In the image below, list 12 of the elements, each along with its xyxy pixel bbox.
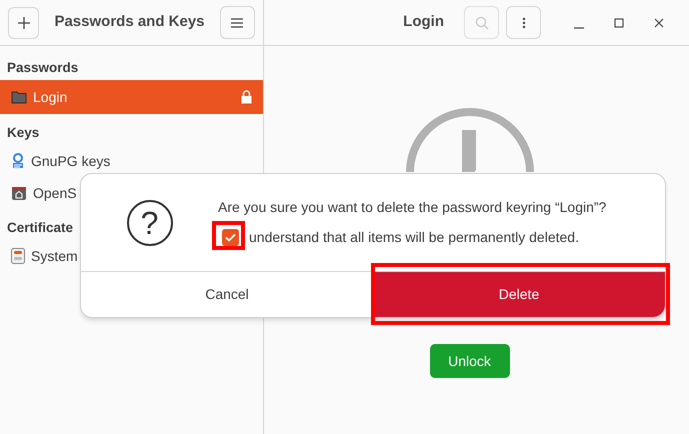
checkbox-label: understand that all items will be permanently deleted. — [249, 228, 579, 247]
section-heading: Passwords — [7, 59, 78, 77]
item-label: System — [31, 246, 78, 266]
section-heading: Keys — [7, 124, 40, 142]
question-icon: ? — [126, 200, 172, 246]
item-label: OpenS — [33, 184, 77, 203]
app-title: Passwords and Keys — [54, 12, 205, 32]
pane-title: Login — [403, 12, 444, 32]
item-label: Login — [33, 88, 68, 107]
item-label: GnuPG keys — [31, 152, 110, 171]
section-heading: Certificate — [7, 219, 74, 237]
dialog-message: Are you sure you want to delete the password keyring “Login”? — [218, 198, 606, 217]
